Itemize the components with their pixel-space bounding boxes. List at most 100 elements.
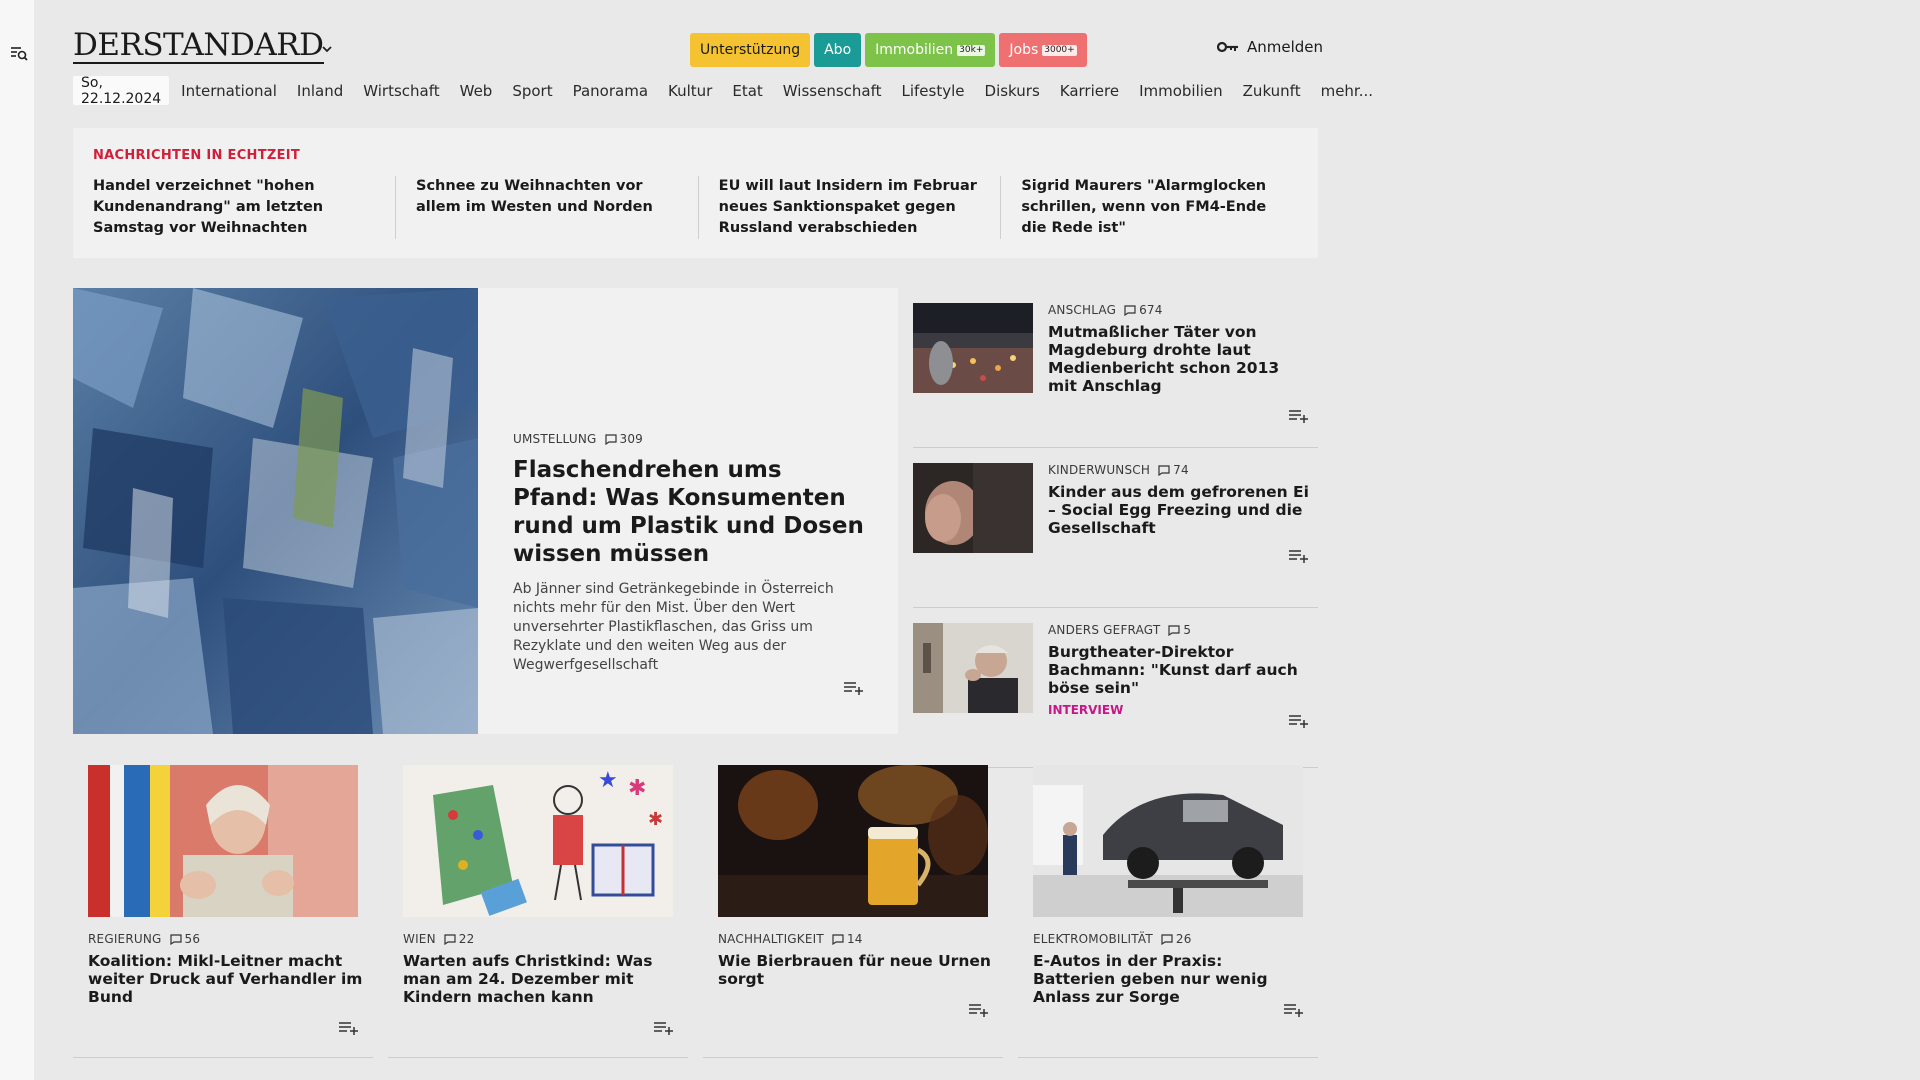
thumb-memorial-candles[interactable] [913, 303, 1033, 393]
article-kicker: NACHHALTIGKEIT 14 [718, 932, 993, 946]
add-to-list-icon[interactable] [653, 1020, 675, 1036]
ticker-item[interactable]: Sigrid Maurers "Alarmglocken schril­len,… [1000, 176, 1303, 239]
section-nav: So, 22.12.2024 International Inland Wirt… [73, 75, 1393, 107]
header-pills: Unterstützung Abo Immobilien 30k+ Jobs 300… [690, 33, 1087, 67]
thumb-politician-flags[interactable] [88, 765, 358, 917]
nav-item-diskurs[interactable]: Diskurs [985, 82, 1040, 100]
comment-count-value: 5 [1183, 623, 1192, 637]
thumb-beer-mug[interactable] [718, 765, 988, 917]
thumb-child-drawing[interactable]: ★ ✱ ✱ [403, 765, 673, 917]
story-card-text: ELEKTROMOBILITÄT 26 E-Autos in der Praxi… [1033, 932, 1308, 1006]
nav-item-wissenschaft[interactable]: Wissenschaft [783, 82, 882, 100]
story-card-title[interactable]: E-Autos in der Praxis: Batterien geben n… [1033, 952, 1308, 1006]
story-card-text: WIEN 22 Warten aufs Christkind: Was man … [403, 932, 678, 1006]
nav-item-immobilien[interactable]: Immobilien [1139, 82, 1223, 100]
chevron-down-icon[interactable] [320, 42, 334, 56]
comment-count[interactable]: 26 [1161, 932, 1192, 946]
pill-immobilien[interactable]: Immobilien 30k+ [865, 33, 996, 67]
side-story-text: ANSCHLAG 674 Mutmaßlicher Täter von Magd… [1048, 303, 1313, 395]
thumb-pregnant-belly[interactable] [913, 463, 1033, 553]
story-card-title[interactable]: Koalition: Mikl-Leitner macht weiter Dru… [88, 952, 363, 1006]
story-card: NACHHALTIGKEIT 14 Wie Bierbrauen für neu… [703, 765, 1003, 1058]
nav-item-etat[interactable]: Etat [732, 82, 762, 100]
nav-item-karriere[interactable]: Karriere [1060, 82, 1119, 100]
search-menu-icon[interactable] [9, 43, 29, 63]
article-kicker: UMSTELLUNG 309 [513, 432, 873, 446]
kicker-label: KINDERWUNSCH [1048, 463, 1151, 477]
side-story-text: ANDERS GEFRAGT 5 Burgtheater-Direktor Ba… [1048, 623, 1313, 717]
lead-title[interactable]: Flaschendrehen ums Pfand: Was Konsumente… [513, 456, 873, 568]
kicker-label: ANSCHLAG [1048, 303, 1117, 317]
nav-item-inland[interactable]: Inland [297, 82, 343, 100]
side-story-title[interactable]: Mutmaßlicher Täter von Magdeburg drohte … [1048, 323, 1313, 395]
kicker-label: NACHHALTIGKEIT [718, 932, 824, 946]
key-icon [1217, 41, 1238, 53]
pill-abo[interactable]: Abo [814, 33, 862, 67]
comment-count[interactable]: 56 [169, 932, 201, 946]
comment-count[interactable]: 14 [832, 932, 863, 946]
side-story: ANSCHLAG 674 Mutmaßlicher Täter von Magd… [913, 288, 1318, 448]
nav-item-lifestyle[interactable]: Lifestyle [902, 82, 965, 100]
add-to-list-icon[interactable] [1288, 548, 1310, 564]
lead-teaser: Ab Jänner sind Getränkegebinde in Österr… [513, 581, 834, 673]
date-display: So, 22.12.2024 [73, 75, 170, 107]
left-rail [0, 0, 34, 1080]
article-kicker: REGIERUNG 56 [88, 932, 363, 946]
story-card-title[interactable]: Warten aufs Christkind: Was man am 24. D… [403, 952, 678, 1006]
ticker-item[interactable]: Schnee zu Weihnachten vor allem im Weste… [395, 176, 698, 239]
comment-icon [1168, 624, 1181, 636]
nav-item-wirtschaft[interactable]: Wirtschaft [363, 82, 439, 100]
add-to-list-icon[interactable] [1288, 408, 1310, 424]
pill-badge: 30k+ [957, 44, 986, 56]
add-to-list-icon[interactable] [968, 1002, 990, 1018]
comment-icon [444, 933, 456, 945]
site-logo[interactable]: DERSTANDARD [73, 28, 324, 64]
add-to-list-icon[interactable] [843, 680, 865, 696]
add-to-list-icon[interactable] [338, 1020, 360, 1036]
story-card: ELEKTROMOBILITÄT 26 E-Autos in der Praxi… [1018, 765, 1318, 1058]
kicker-label: ANDERS GEFRAGT [1048, 623, 1161, 637]
kicker-label: REGIERUNG [88, 932, 162, 946]
nav-item-zukunft[interactable]: Zukunft [1243, 82, 1301, 100]
ticker-title: NACHRICHTEN IN ECHTZEIT [93, 148, 301, 163]
interview-badge: INTERVIEW [1048, 703, 1124, 717]
pill-jobs[interactable]: Jobs 3000+ [999, 33, 1087, 67]
ticker-item[interactable]: EU will laut Insidern im Februar neues S… [697, 176, 1001, 239]
nav-item-panorama[interactable]: Panorama [573, 82, 648, 100]
comment-count[interactable]: 309 [604, 432, 644, 446]
article-kicker: ELEKTROMOBILITÄT 26 [1033, 932, 1308, 946]
comment-icon [1161, 933, 1173, 945]
comment-icon [832, 933, 844, 945]
lead-body: UMSTELLUNG 309 Flaschendrehen ums Pfand:… [513, 432, 873, 675]
comment-icon [604, 433, 617, 445]
pill-badge: 3000+ [1042, 44, 1077, 56]
comment-count[interactable]: 74 [1158, 463, 1189, 477]
add-to-list-icon[interactable] [1283, 1002, 1305, 1018]
story-card: ★ ✱ ✱ WIEN 22 Warten aufs Christkind: Wa… [388, 765, 688, 1058]
nav-item-kultur[interactable]: Kultur [668, 82, 712, 100]
story-card-title[interactable]: Wie Bierbrauen für neue Urnen sorgt [718, 952, 993, 988]
kicker-label: UMSTELLUNG [513, 432, 597, 446]
thumb-portrait-director[interactable] [913, 623, 1033, 713]
ticker-item[interactable]: Handel verzeichnet "hohen Kunden­andrang… [93, 176, 395, 239]
add-to-list-icon[interactable] [1288, 713, 1310, 729]
nav-item-more[interactable]: mehr... [1321, 82, 1373, 100]
side-story-title[interactable]: Burgtheater-Direktor Bachmann: "Kunst da… [1048, 643, 1313, 697]
nav-item-sport[interactable]: Sport [512, 82, 552, 100]
side-story-title[interactable]: Kinder aus dem gefrorenen Ei – Social Eg… [1048, 483, 1313, 537]
nav-item-web[interactable]: Web [460, 82, 493, 100]
thumb-electric-car-lift[interactable] [1033, 765, 1303, 917]
ticker-list: Handel verzeichnet "hohen Kunden­andrang… [93, 176, 1303, 239]
pill-support[interactable]: Unterstützung [690, 33, 811, 67]
comment-count[interactable]: 22 [444, 932, 475, 946]
main-content: DERSTANDARD Unterstützung Abo Immobilien… [73, 0, 1373, 1080]
lead-image-plastic-bottles[interactable] [73, 288, 478, 734]
comment-count-value: 674 [1139, 303, 1163, 317]
comment-count[interactable]: 5 [1168, 623, 1191, 637]
side-story: ANDERS GEFRAGT 5 Burgtheater-Direktor Ba… [913, 608, 1318, 768]
story-card: REGIERUNG 56 Koalition: Mikl-Leitner mac… [73, 765, 373, 1058]
nav-item-international[interactable]: International [181, 82, 277, 100]
article-kicker: ANDERS GEFRAGT 5 [1048, 623, 1313, 637]
comment-count[interactable]: 674 [1124, 303, 1163, 317]
login-button[interactable]: Anmelden [1217, 38, 1323, 56]
